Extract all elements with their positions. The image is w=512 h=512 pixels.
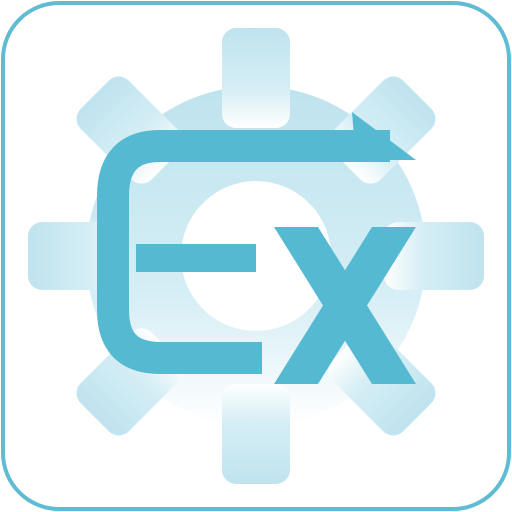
app-icon: [0, 0, 512, 512]
letter-e-middle-bar: [136, 244, 256, 272]
app-icon-graphic: [1, 1, 511, 511]
